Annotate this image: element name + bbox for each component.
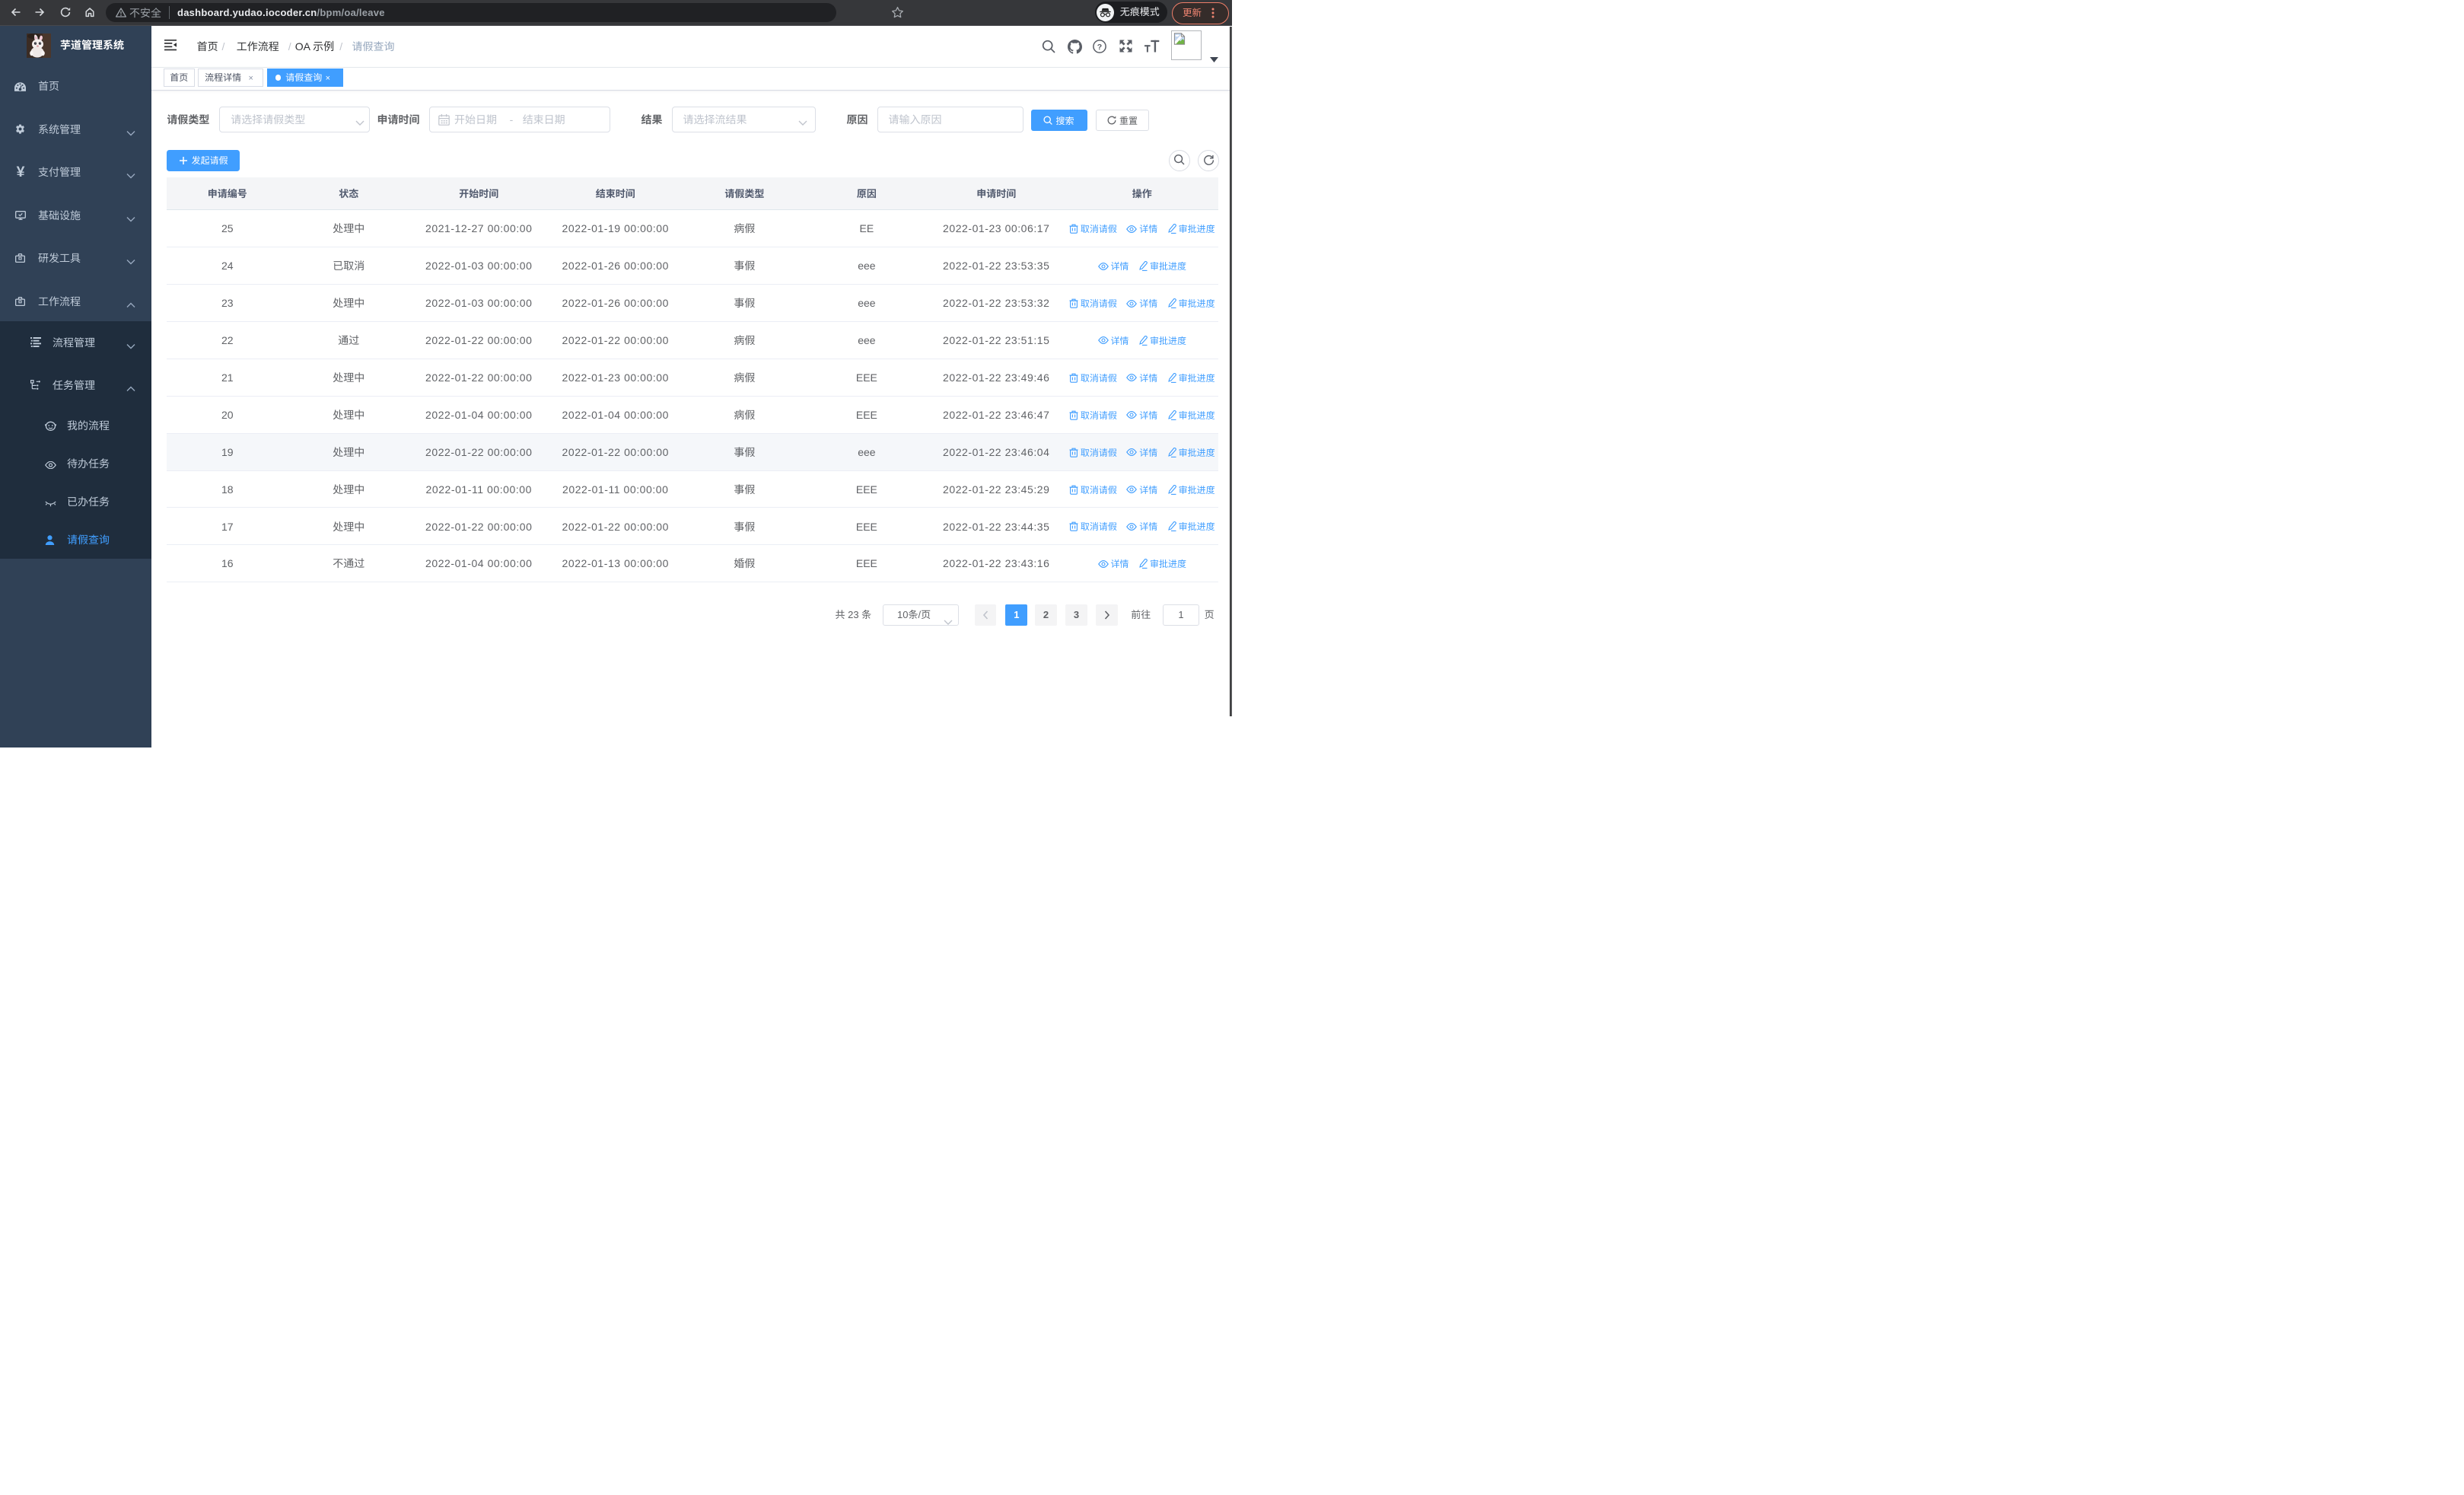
svg-text:?: ? [1097, 43, 1102, 52]
